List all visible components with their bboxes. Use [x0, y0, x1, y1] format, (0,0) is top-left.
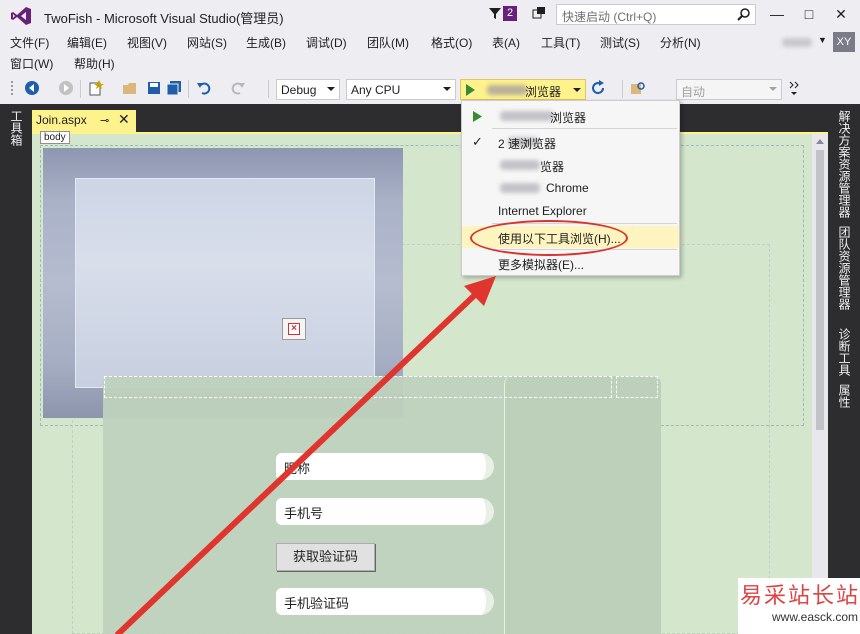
browser-option-label: Internet Explorer [498, 204, 587, 218]
find-in-files-icon[interactable] [630, 80, 646, 96]
menu-view[interactable]: 视图(V) [127, 34, 167, 51]
undo-icon[interactable] [196, 80, 212, 96]
form-header-cell-right [616, 376, 658, 398]
form-side-panel [504, 376, 661, 634]
broken-image-icon: × [282, 318, 306, 340]
verification-code-field[interactable]: 手机验证码 [276, 588, 494, 615]
form-header-cell [104, 376, 612, 398]
redo-icon[interactable] [230, 80, 246, 96]
run-target-label: 浏览器 [525, 85, 562, 99]
menu-website[interactable]: 网站(S) [187, 34, 227, 51]
open-file-icon[interactable] [122, 80, 138, 96]
user-avatar[interactable]: XY [833, 32, 855, 52]
menu-build[interactable]: 生成(B) [246, 34, 286, 51]
forward-icon[interactable] [58, 80, 74, 96]
toolbar-grip-icon [11, 81, 13, 95]
close-button[interactable]: ✕ [828, 4, 854, 24]
filter-icon[interactable] [488, 6, 502, 20]
more-emulators-label: 更多模拟器(E)... [498, 258, 584, 272]
user-name-redacted[interactable] [782, 38, 812, 47]
menu-file[interactable]: 文件(F) [10, 34, 49, 51]
browser-option-ie[interactable]: Internet Explorer [462, 200, 679, 222]
properties-tab[interactable]: 属性 [836, 384, 853, 408]
user-dropdown-icon[interactable]: ▼ [818, 35, 827, 45]
watermark-url: www.easck.com [772, 610, 859, 624]
solution-platform-select[interactable]: Any CPU [346, 79, 456, 100]
diagnostic-tools-tab[interactable]: 诊断工具 [836, 328, 853, 376]
annotation-highlight-ellipse [470, 220, 628, 256]
nickname-field[interactable]: 昵称 [276, 453, 494, 480]
minimize-button[interactable]: — [764, 4, 790, 24]
refresh-browser-icon[interactable] [590, 80, 606, 96]
site-watermark: 易采站长站 www.easck.com [738, 578, 860, 634]
close-tab-icon[interactable]: ✕ [118, 111, 130, 128]
notification-badge[interactable]: 2 [503, 6, 517, 21]
play-icon [466, 84, 475, 96]
phone-placeholder: 手机号 [284, 506, 324, 521]
team-explorer-tab[interactable]: 团队资源管理器 [836, 226, 853, 310]
browser-option-3[interactable]: 览器 [462, 154, 679, 176]
checkmark-icon: ✓ [472, 134, 483, 149]
toolbar-overflow-icon[interactable] [786, 80, 802, 96]
browser-option-chrome[interactable]: Chrome [462, 177, 679, 199]
left-tool-window-strip: 工具箱 [0, 104, 32, 634]
search-icon [737, 8, 750, 21]
save-icon[interactable] [146, 80, 162, 96]
target-value: 自动 [681, 85, 706, 99]
banner-inner-panel [75, 178, 375, 388]
menu-table[interactable]: 表(A) [492, 34, 520, 51]
menu-help[interactable]: 帮助(H) [74, 55, 115, 72]
play-icon [473, 111, 482, 122]
feedback-icon[interactable] [532, 6, 546, 20]
browser-option-default[interactable]: 浏览器 [462, 105, 679, 127]
vertical-scrollbar[interactable] [812, 134, 828, 634]
phone-field[interactable]: 手机号 [276, 498, 494, 525]
menu-bar: 文件(F) 编辑(E) 视图(V) 网站(S) 生成(B) 调试(D) 团队(M… [0, 30, 860, 74]
browser-option-label: 览器 [540, 160, 565, 174]
solution-explorer-tab[interactable]: 解决方案资源管理器 [836, 110, 853, 218]
scroll-thumb[interactable] [816, 150, 824, 430]
menu-test[interactable]: 测试(S) [600, 34, 640, 51]
new-project-icon[interactable] [88, 80, 104, 96]
get-verification-code-button[interactable]: 获取验证码 [276, 543, 375, 571]
watermark-title: 易采站长站 [740, 584, 860, 609]
target-select[interactable]: 自动 [676, 79, 782, 100]
menu-format[interactable]: 格式(O) [431, 34, 472, 51]
menu-edit[interactable]: 编辑(E) [67, 34, 107, 51]
menu-analyze[interactable]: 分析(N) [660, 34, 701, 51]
start-debugging-button[interactable]: 浏览器 [460, 79, 586, 100]
menu-tools[interactable]: 工具(T) [541, 34, 580, 51]
verification-code-placeholder: 手机验证码 [284, 596, 350, 611]
maximize-button[interactable]: □ [796, 4, 822, 24]
save-all-icon[interactable] [166, 80, 182, 96]
chevron-down-icon[interactable] [573, 88, 581, 92]
quick-launch-input[interactable]: 快速启动 (Ctrl+Q) [556, 4, 756, 25]
browser-option-label: 2 速浏览器 [498, 137, 557, 151]
body-tag-label: body [40, 131, 70, 144]
quick-launch-placeholder: 快速启动 (Ctrl+Q) [562, 10, 657, 24]
menu-team[interactable]: 团队(M) [367, 34, 409, 51]
browser-option-label: Chrome [546, 181, 589, 195]
browser-option-label: 浏览器 [550, 111, 587, 125]
configuration-value: Debug [281, 83, 317, 97]
solution-configuration-select[interactable]: Debug [276, 79, 340, 100]
tab-join-aspx[interactable]: Join.aspx ⊸ ✕ [32, 110, 136, 132]
document-tab-bar [32, 104, 828, 132]
browser-option-selected[interactable]: ✓ 2 速浏览器 [462, 131, 679, 153]
window-title: TwoFish - Microsoft Visual Studio(管理员) [44, 11, 284, 26]
nickname-placeholder: 昵称 [284, 461, 311, 476]
right-tool-window-strip: 解决方案资源管理器 团队资源管理器 诊断工具 属性 [828, 104, 860, 634]
tab-label: Join.aspx [36, 113, 87, 127]
visual-studio-logo-icon [11, 7, 31, 25]
platform-value: Any CPU [351, 83, 401, 97]
menu-window[interactable]: 窗口(W) [10, 55, 53, 72]
back-icon[interactable] [24, 80, 40, 96]
toolbox-tab[interactable]: 工具箱 [8, 110, 25, 146]
menu-debug[interactable]: 调试(D) [306, 34, 347, 51]
pin-icon[interactable]: ⊸ [100, 114, 109, 127]
scroll-up-icon[interactable] [816, 139, 824, 144]
